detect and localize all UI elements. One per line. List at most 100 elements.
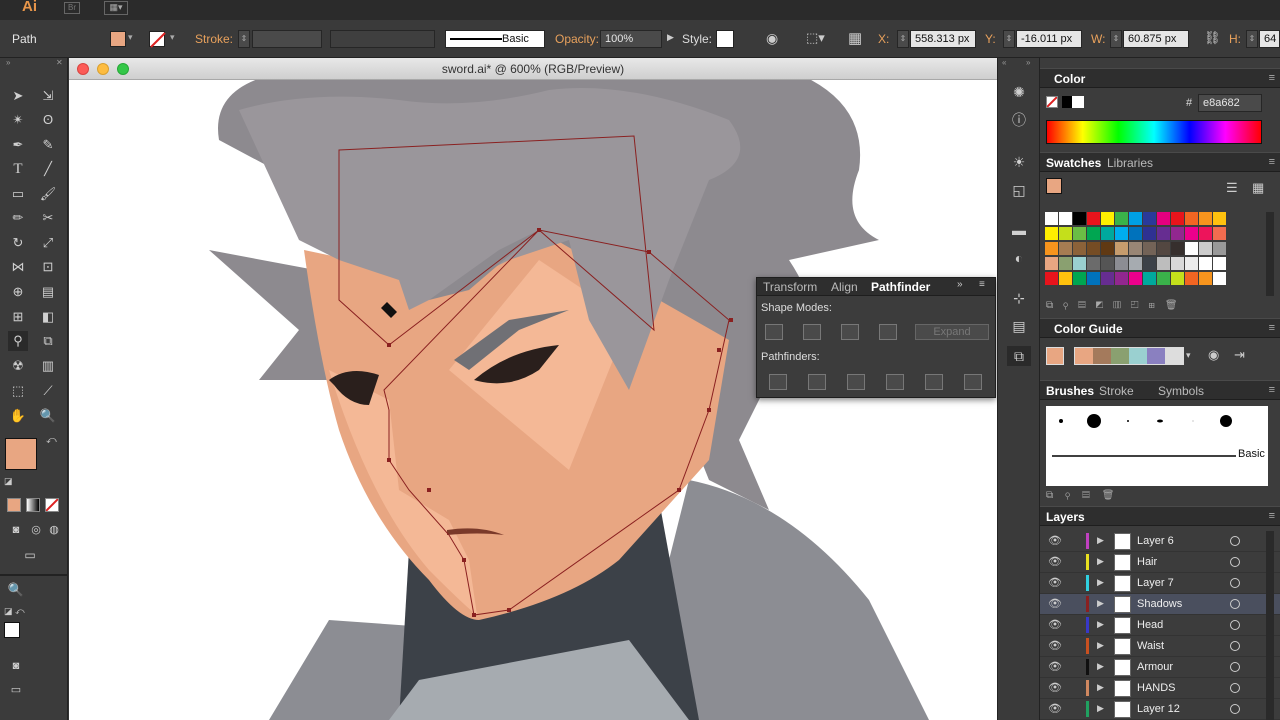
stroke-label[interactable]: Stroke: [195,32,233,46]
transparency-icon[interactable]: ◐ [1007,248,1031,268]
visibility-eye-icon[interactable]: 👁 [1048,597,1062,610]
h-field[interactable]: 64 [1259,30,1280,48]
graphic-style-swatch[interactable] [716,30,734,48]
reference-point-icon[interactable]: ▦ [848,29,862,47]
swatch[interactable] [1129,212,1142,225]
expand-arrow-icon[interactable]: ▶ [1097,661,1104,672]
none-mode-button[interactable] [45,498,59,512]
strip-collapse-icon[interactable]: « [1002,58,1006,67]
target-circle-icon[interactable] [1230,557,1240,567]
exclude-button[interactable] [879,324,897,340]
x-field[interactable]: 558.313 px [910,30,976,48]
layer-name[interactable]: HANDS [1137,682,1176,694]
swatch[interactable] [1115,227,1128,240]
eyedropper-tool-icon[interactable]: ⚲ [8,331,28,351]
layer-name[interactable]: Hair [1137,556,1157,568]
swatch[interactable] [1087,227,1100,240]
swatch[interactable] [1059,272,1072,285]
mini-default-colors-icon[interactable]: ◪ ⤺ [4,606,25,617]
magic-wand-tool-icon[interactable]: ✴ [8,110,28,130]
color-guide-menu-icon[interactable]: ≡ [1269,322,1275,334]
swatch[interactable] [1045,272,1058,285]
brushes-list[interactable]: Basic [1046,406,1268,486]
gradient-tool-icon[interactable]: ◧ [38,307,58,327]
intersect-button[interactable] [841,324,859,340]
swatches-scrollbar[interactable] [1266,212,1274,296]
fill-dropdown-icon[interactable]: ▾ [128,32,133,43]
swatch[interactable] [1143,242,1156,255]
swatch[interactable] [1171,272,1184,285]
x-stepper[interactable]: ⇕ [897,30,909,48]
swatch[interactable] [1185,257,1198,270]
swatch[interactable] [1087,212,1100,225]
w-field[interactable]: 60.875 px [1123,30,1189,48]
variable-width-profile[interactable] [330,30,435,48]
stroke-swatch[interactable] [149,31,166,48]
mini-draw-mode-icon[interactable]: ◙ [6,656,26,676]
swatch[interactable] [1073,272,1086,285]
minus-front-button[interactable] [803,324,821,340]
swatch[interactable] [1143,257,1156,270]
target-circle-icon[interactable] [1230,662,1240,672]
scale-tool-icon[interactable]: ⤢ [38,233,58,253]
layers-panel-menu-icon[interactable]: ≡ [1269,510,1275,522]
swatch[interactable] [1199,212,1212,225]
free-transform-tool-icon[interactable]: ⊡ [38,257,58,277]
swatch[interactable] [1185,242,1198,255]
swatch[interactable] [1213,272,1226,285]
swatch[interactable] [1157,212,1170,225]
layer-name[interactable]: Head [1137,619,1163,631]
layer-row[interactable]: 👁 ▶ HANDS [1040,678,1280,699]
stroke-weight-field[interactable] [252,30,322,48]
expand-arrow-icon[interactable]: ▶ [1097,703,1104,714]
color-spectrum[interactable] [1046,120,1262,144]
swatch[interactable] [1171,227,1184,240]
layer-row[interactable]: 👁 ▶ Armour [1040,657,1280,678]
workspace-arrange-button[interactable]: ▦▾ [104,1,128,15]
swatch[interactable] [1101,242,1114,255]
layer-name[interactable]: Layer 7 [1137,577,1174,589]
swatch[interactable] [1185,212,1198,225]
brush-definition[interactable]: Basic [445,30,545,48]
color-none-icon[interactable] [1046,96,1058,108]
swatch[interactable] [1213,257,1226,270]
swatch[interactable] [1045,212,1058,225]
swatch[interactable] [1157,272,1170,285]
swatch[interactable] [1199,242,1212,255]
y-field[interactable]: -16.011 px [1016,30,1082,48]
color-white-swatch[interactable] [1072,96,1084,108]
swatch[interactable] [1073,257,1086,270]
swatch[interactable] [1143,272,1156,285]
layer-name[interactable]: Layer 12 [1137,703,1180,715]
screen-mode-icon[interactable]: ▭ [20,545,40,565]
align-panel-icon[interactable]: ▤ [1007,316,1031,336]
tab-layers[interactable]: Layers [1046,510,1085,524]
swatch[interactable] [1157,242,1170,255]
visibility-eye-icon[interactable]: 👁 [1048,576,1062,589]
harmony-rules-strip[interactable] [1074,347,1184,365]
expand-button[interactable]: Expand [915,324,989,340]
swatch-grid[interactable] [1045,212,1261,296]
curvature-tool-icon[interactable]: ✎ [38,135,58,155]
tab-color-guide[interactable]: Color Guide [1054,322,1123,336]
swatch[interactable] [1185,227,1198,240]
align-to-icon[interactable]: ⬚▾ [806,30,825,46]
mini-fill-box[interactable] [4,622,20,638]
visibility-eye-icon[interactable]: 👁 [1048,555,1062,568]
swatch[interactable] [1129,272,1142,285]
grid-view-icon[interactable]: ▦ [1252,180,1264,196]
rotate-tool-icon[interactable]: ↻ [8,233,28,253]
swatch[interactable] [1115,272,1128,285]
swap-colors-icon[interactable]: ⤺ [46,435,57,446]
tab-transform[interactable]: Transform [763,280,817,294]
draw-behind-icon[interactable]: ◎ [26,520,46,540]
hex-input[interactable]: e8a682 [1198,94,1262,112]
tab-libraries[interactable]: Libraries [1107,156,1153,170]
shape-builder-tool-icon[interactable]: ⊕ [8,282,28,302]
visibility-eye-icon[interactable]: 👁 [1048,618,1062,631]
divide-button[interactable] [769,374,787,390]
info-icon[interactable]: ⓘ [1007,110,1031,130]
layer-row[interactable]: 👁 ▶ Hair [1040,552,1280,573]
swatch[interactable] [1129,242,1142,255]
layer-row[interactable]: 👁 ▶ Layer 12 [1040,699,1280,720]
